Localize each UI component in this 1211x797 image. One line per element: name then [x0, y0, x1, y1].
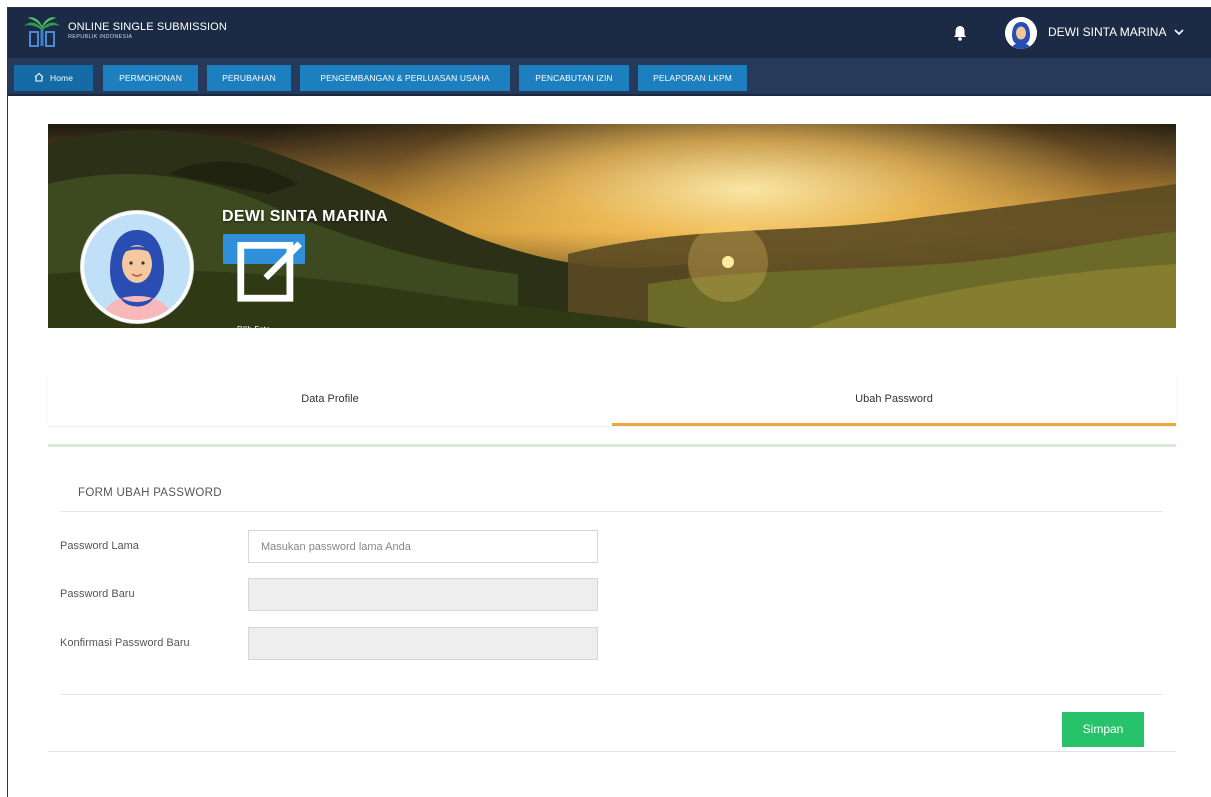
nav-perubahan[interactable]: PERUBAHAN	[207, 65, 291, 91]
nav-permohonan[interactable]: PERMOHONAN	[103, 65, 198, 91]
form-title: FORM UBAH PASSWORD	[78, 487, 222, 499]
nav-pencabutan-izin[interactable]: PENCABUTAN IZIN	[519, 65, 629, 91]
old-password-label: Password Lama	[60, 540, 139, 552]
nav-home[interactable]: Home	[14, 65, 93, 91]
brand-title: ONLINE SINGLE SUBMISSION	[68, 21, 227, 33]
form-divider-top	[60, 511, 1163, 512]
password-form-card: FORM UBAH PASSWORD Password Lama Passwor…	[48, 447, 1176, 752]
brand[interactable]: ONLINE SINGLE SUBMISSION REPUBLIK INDONE…	[68, 21, 227, 40]
tab-data-profile[interactable]: Data Profile	[48, 372, 612, 426]
nav-pelaporan-lkpm[interactable]: PELAPORAN LKPM	[638, 65, 747, 91]
banner-landscape	[48, 130, 1176, 328]
top-bar: ONLINE SINGLE SUBMISSION REPUBLIK INDONE…	[8, 8, 1211, 58]
new-password-input[interactable]	[248, 578, 598, 611]
profile-banner	[48, 124, 1176, 328]
app-frame: ONLINE SINGLE SUBMISSION REPUBLIK INDONE…	[7, 7, 1211, 797]
tab-ubah-password[interactable]: Ubah Password	[612, 372, 1176, 426]
old-password-input[interactable]	[248, 530, 598, 563]
form-divider-bottom	[60, 694, 1163, 695]
home-icon	[34, 72, 44, 82]
ministry-logo-icon[interactable]	[22, 14, 62, 50]
confirm-password-input[interactable]	[248, 627, 598, 660]
nav-home-label: Home	[49, 73, 74, 83]
nav-pengembangan[interactable]: PENGEMBANGAN & PERLUASAN USAHA	[300, 65, 510, 91]
user-name[interactable]: DEWI SINTA MARINA	[1048, 25, 1166, 39]
profile-name: DEWI SINTA MARINA	[222, 208, 388, 225]
main-nav: Home PERMOHONAN PERUBAHAN PENGEMBANGAN &…	[8, 58, 1211, 96]
profile-tabs: Data Profile Ubah Password	[48, 372, 1176, 426]
new-password-label: Password Baru	[60, 588, 135, 600]
choose-photo-button[interactable]: Pilih Foto	[223, 234, 305, 334]
user-avatar-icon[interactable]	[1005, 17, 1037, 49]
edit-icon	[237, 241, 302, 302]
confirm-password-label: Konfirmasi Password Baru	[60, 637, 190, 649]
profile-avatar[interactable]	[81, 211, 193, 323]
brand-subtitle: REPUBLIK INDONESIA	[68, 34, 133, 40]
chevron-down-icon[interactable]	[1173, 26, 1185, 38]
choose-photo-label: Pilih Foto	[237, 325, 271, 334]
save-button[interactable]: Simpan	[1062, 712, 1144, 747]
bell-icon[interactable]	[951, 24, 969, 42]
